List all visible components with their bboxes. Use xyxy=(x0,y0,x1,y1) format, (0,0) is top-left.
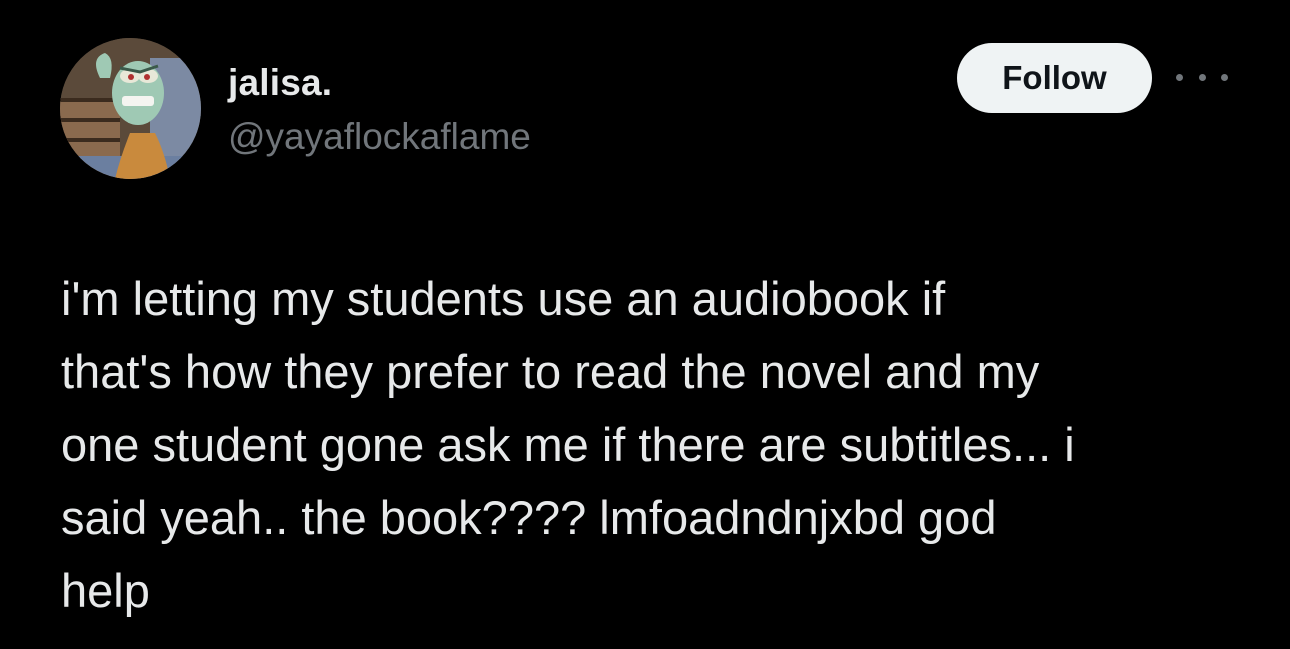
tweet-card: jalisa. @yayaflockaflame Follow i'm lett… xyxy=(0,0,1290,649)
author-display-name[interactable]: jalisa. xyxy=(228,62,332,104)
tweet-text: i'm letting my students use an audiobook… xyxy=(61,272,1075,617)
avatar[interactable] xyxy=(60,38,201,179)
more-dot xyxy=(1221,73,1228,81)
avatar-image xyxy=(60,38,201,179)
author-handle[interactable]: @yayaflockaflame xyxy=(228,116,531,158)
more-horizontal-icon[interactable] xyxy=(1176,62,1228,92)
more-dot xyxy=(1176,73,1183,81)
more-dot xyxy=(1198,73,1206,81)
follow-button[interactable]: Follow xyxy=(957,43,1152,113)
